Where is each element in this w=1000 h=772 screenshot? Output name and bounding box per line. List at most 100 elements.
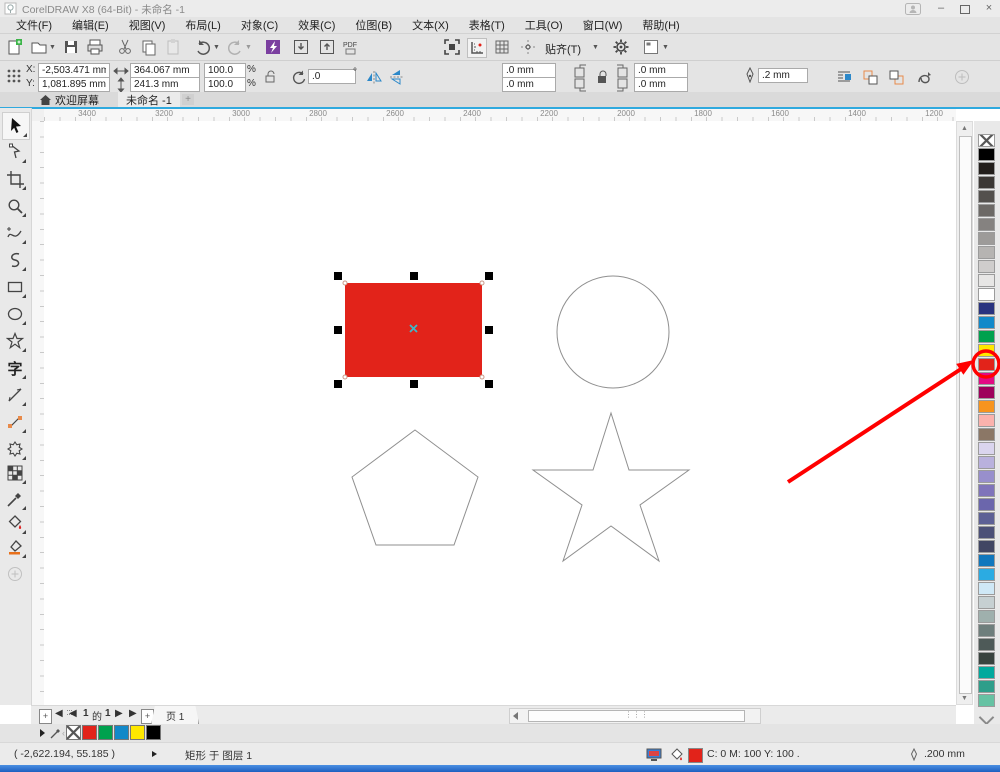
scale-x-field[interactable] xyxy=(204,63,246,78)
palette-swatch-magenta[interactable] xyxy=(978,372,995,385)
next-page-button[interactable]: ▶ xyxy=(115,708,123,719)
corner-radius-1-field[interactable] xyxy=(502,63,556,78)
search-content-button[interactable] xyxy=(264,38,282,56)
rectangle-shape[interactable] xyxy=(345,283,482,377)
menu-item-0[interactable]: 文件(F) xyxy=(6,17,62,33)
docpalette-eyedropper-icon[interactable] xyxy=(50,727,62,739)
to-back-icon[interactable] xyxy=(888,69,904,85)
palette-swatch-green[interactable] xyxy=(978,330,995,343)
smart-fill-tool[interactable] xyxy=(2,534,28,560)
vertical-scrollbar[interactable]: ▲ ▼ xyxy=(956,121,973,705)
palette-swatch-gray-green[interactable] xyxy=(978,610,995,623)
more-tools[interactable] xyxy=(2,561,28,587)
scroll-down-arrow[interactable]: ▼ xyxy=(959,695,970,702)
show-grid-button[interactable] xyxy=(493,38,511,56)
options-gear-button[interactable] xyxy=(612,38,630,56)
import-button[interactable] xyxy=(292,38,310,56)
status-expand-arrow[interactable] xyxy=(152,751,157,757)
docpalette-swatch-green[interactable] xyxy=(98,725,113,740)
menu-item-1[interactable]: 编辑(E) xyxy=(62,17,119,33)
freehand-tool[interactable] xyxy=(2,220,28,246)
edit-corners-lock-icon[interactable] xyxy=(594,69,610,85)
docpalette-swatch-yellow[interactable] xyxy=(130,725,145,740)
corner-link-bottom-icon[interactable] xyxy=(572,77,588,93)
menu-item-5[interactable]: 效果(C) xyxy=(288,17,345,33)
show-guidelines-button[interactable] xyxy=(519,38,537,56)
docpalette-swatch-red[interactable] xyxy=(82,725,97,740)
application-launcher-button[interactable] xyxy=(642,38,660,56)
menu-item-2[interactable]: 视图(V) xyxy=(119,17,176,33)
palette-swatch-no-color[interactable] xyxy=(978,134,995,147)
snap-dropdown-arrow[interactable]: ▼ xyxy=(592,44,599,51)
rectangle-tool[interactable] xyxy=(2,274,28,300)
palette-swatch-light-purple[interactable] xyxy=(978,456,995,469)
scale-y-field[interactable] xyxy=(204,77,246,92)
redo-dropdown-arrow[interactable]: ▼ xyxy=(245,44,252,51)
vertical-scroll-thumb[interactable] xyxy=(959,136,972,694)
palette-swatch-cyan-blue[interactable] xyxy=(978,316,995,329)
mirror-vertical-icon[interactable] xyxy=(388,69,404,85)
palette-swatch-pale-gray[interactable] xyxy=(978,596,995,609)
palette-swatch-slate-blue[interactable] xyxy=(978,498,995,511)
menu-item-9[interactable]: 工具(O) xyxy=(515,17,573,33)
palette-swatch-70-black[interactable] xyxy=(978,190,995,203)
palette-swatch-30-black[interactable] xyxy=(978,246,995,259)
menu-item-8[interactable]: 表格(T) xyxy=(459,17,515,33)
polygon-tool[interactable] xyxy=(2,328,28,354)
pentagon-shape[interactable] xyxy=(352,430,478,545)
export-button[interactable] xyxy=(318,38,336,56)
prev-page-button[interactable]: ◀ xyxy=(69,708,77,719)
palette-swatch-dark-gray[interactable] xyxy=(978,638,995,651)
y-position-field[interactable] xyxy=(38,77,110,92)
palette-swatch-violet[interactable] xyxy=(978,484,995,497)
docpalette-swatch-black[interactable] xyxy=(146,725,161,740)
palette-swatch-navy-gray[interactable] xyxy=(978,540,995,553)
menu-item-10[interactable]: 窗口(W) xyxy=(573,17,633,33)
graph-paper-tool[interactable] xyxy=(2,460,28,486)
palette-swatch-blue[interactable] xyxy=(978,302,995,315)
palette-swatch-wine[interactable] xyxy=(978,386,995,399)
corner-radius-4-field[interactable] xyxy=(634,77,688,92)
copy-button[interactable] xyxy=(140,38,158,56)
corner-link-bottom2-icon[interactable] xyxy=(614,77,630,93)
lock-ratio-icon[interactable] xyxy=(262,69,278,85)
star-shape[interactable] xyxy=(533,413,689,561)
drawing-canvas[interactable] xyxy=(44,121,956,705)
menu-item-6[interactable]: 位图(B) xyxy=(345,17,402,33)
docpalette-scroll-left[interactable]: ‹ xyxy=(62,728,65,738)
docpalette-swatch-blue[interactable] xyxy=(114,725,129,740)
corner-radius-3-field[interactable] xyxy=(634,63,688,78)
minimize-button[interactable]: – xyxy=(930,2,952,15)
palette-swatch-20-black[interactable] xyxy=(978,260,995,273)
to-front-icon[interactable] xyxy=(862,69,878,85)
tab-document[interactable]: 未命名 -1 xyxy=(118,92,180,107)
new-document-button[interactable] xyxy=(6,38,24,56)
full-screen-preview-button[interactable] xyxy=(443,38,461,56)
dimension-tool[interactable] xyxy=(2,382,28,408)
add-page-start-button[interactable]: + xyxy=(39,709,52,724)
palette-swatch-pink[interactable] xyxy=(978,414,995,427)
palette-swatch-brown[interactable] xyxy=(978,428,995,441)
last-page-button[interactable]: ▶ xyxy=(129,708,137,719)
paste-button[interactable] xyxy=(164,38,182,56)
snap-to-dropdown[interactable]: 贴齐(T) xyxy=(545,41,581,57)
palette-swatch-yellow[interactable] xyxy=(978,344,995,357)
palette-swatch-gray-blue[interactable] xyxy=(978,512,995,525)
scroll-up-arrow[interactable]: ▲ xyxy=(959,125,970,132)
scroll-left-arrow[interactable] xyxy=(513,712,518,720)
palette-swatch-40-black[interactable] xyxy=(978,232,995,245)
palette-swatch-lavender[interactable] xyxy=(978,442,995,455)
palette-swatch-80-black[interactable] xyxy=(978,176,995,189)
ellipse-tool[interactable] xyxy=(2,301,28,327)
tab-welcome-screen[interactable]: 欢迎屏幕 xyxy=(32,92,107,107)
open-dropdown-arrow[interactable]: ▼ xyxy=(49,44,56,51)
pick-tool[interactable] xyxy=(2,112,30,140)
corner-radius-2-field[interactable] xyxy=(502,77,556,92)
open-button[interactable] xyxy=(30,38,48,56)
palette-swatch-dark-slate[interactable] xyxy=(978,526,995,539)
palette-swatch-red[interactable] xyxy=(978,358,995,371)
new-tab-button[interactable]: + xyxy=(182,94,194,105)
palette-swatch-orange[interactable] xyxy=(978,400,995,413)
menu-item-11[interactable]: 帮助(H) xyxy=(632,17,689,33)
rotation-angle-field[interactable] xyxy=(308,69,356,84)
